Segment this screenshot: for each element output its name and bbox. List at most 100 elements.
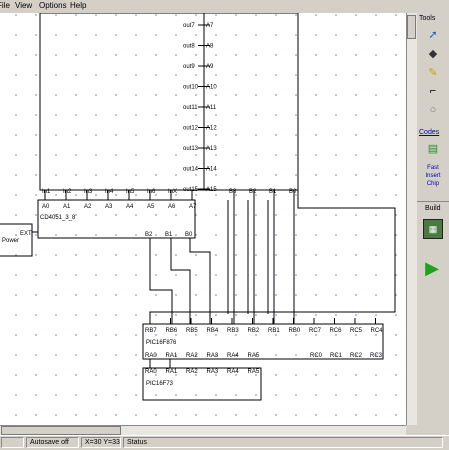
menu-bar: File View Options Help	[0, 0, 449, 13]
pic2-ra-pin-label: RA0	[145, 369, 157, 375]
top-chip-out-pin-label: out13	[183, 146, 199, 152]
top-chip-a-pin-label: A15	[206, 187, 217, 193]
coordinates-readout: X=30 Y=33	[81, 437, 121, 448]
pic-ra-pin-label: RC1	[330, 353, 343, 359]
menu-view[interactable]: View	[15, 1, 32, 10]
top-chip-out-pin-label: out14	[183, 167, 199, 173]
toolbox-divider	[417, 201, 449, 202]
top-chip-b-pin-label: B0	[289, 189, 297, 195]
top-chip-out-pin-label: out8	[183, 44, 195, 50]
vertical-scroll-thumb[interactable]	[407, 15, 416, 39]
cd-b-pin-label: B1	[165, 232, 173, 238]
pic2-ra-pin-label: RA1	[166, 369, 178, 375]
cd-b-pin-label: B2	[145, 232, 153, 238]
schematic-canvas[interactable]: out7 out8 out9 out10 out11 out12 out13 out14 out…	[0, 13, 406, 425]
pic-ra-pin-label: RC2	[350, 353, 363, 359]
pic16f73-name-label: PIC16F73	[146, 381, 174, 387]
cd4051-name-label: CD4051_3_8	[40, 215, 76, 221]
cd-a-pin-label: A5	[147, 204, 155, 210]
cd-in-pin-label: In3	[84, 189, 93, 195]
pic-rb-pin-label: RB6	[166, 328, 178, 334]
fast-insert-chip-label[interactable]: Fast Insert Chip	[420, 164, 446, 188]
pic2-ra-pin-label: RA2	[186, 369, 198, 375]
vertical-scrollbar[interactable]	[406, 13, 417, 425]
top-chip-out-pin-label: out10	[183, 85, 199, 91]
build-header: Build	[425, 205, 441, 212]
pic-ra-pin-label: RA5	[248, 353, 260, 359]
top-chip-a-pin-label: A8	[206, 44, 214, 50]
toolbox-panel: Tools ➚ ◆ ✎ ⌐ ○ Codes ▤ Fast Insert Chip…	[417, 13, 449, 435]
cd-in-pin-label: In4	[105, 189, 114, 195]
top-chip-out-pin-label: out7	[183, 23, 195, 29]
cd-a-pin-label: A2	[84, 204, 92, 210]
wires	[32, 190, 396, 368]
top-chip-a-pin-label: A9	[206, 64, 214, 70]
cd-b-pin-label: B0	[185, 232, 193, 238]
cd-a-pin-label: A4	[126, 204, 134, 210]
pic-rb-pin-label: RC7	[309, 328, 322, 334]
cd-a-pin-label: A6	[168, 204, 176, 210]
power-label: Power	[2, 238, 19, 244]
top-chip-out-pin-label: out15	[183, 187, 199, 193]
codes-icon[interactable]: ▤	[425, 141, 441, 155]
pic16f876-chip[interactable]	[142, 323, 384, 360]
top-chip-b-pin-label: B3	[229, 189, 237, 195]
pic-ra-pin-label: RA3	[207, 353, 219, 359]
pic-rb-pin-label: RB5	[186, 328, 198, 334]
pic-rb-pin-label: RB2	[248, 328, 260, 334]
eraser-tool-icon[interactable]: ○	[425, 103, 441, 117]
pic-ra-pin-label: RA2	[186, 353, 198, 359]
pic-rb-pin-label: RB4	[207, 328, 219, 334]
codes-header: Codes	[419, 129, 440, 136]
menu-options[interactable]: Options	[39, 1, 67, 10]
top-chip-out-pin-label: out9	[183, 64, 195, 70]
top-chip-b-pin-label: B2	[249, 189, 257, 195]
pic-ra-pin-label: RA1	[166, 353, 178, 359]
cd-in-pin-label: In6	[147, 189, 156, 195]
component-tool-icon[interactable]: ◆	[425, 46, 441, 60]
top-chip-a-pin-label: A11	[206, 105, 217, 111]
pic-rb-pin-label: RC5	[350, 328, 363, 334]
wire-tool-icon[interactable]: ⌐	[425, 84, 441, 98]
status-blank-cell	[1, 437, 24, 448]
pic-ra-pin-label: RC3	[370, 353, 383, 359]
status-text: Status	[123, 437, 443, 448]
top-chip-a-pin-label: A14	[206, 167, 217, 173]
pic16f876-name-label: PIC16F876	[146, 340, 177, 346]
pencil-tool-icon[interactable]: ✎	[425, 65, 441, 79]
pic-rb-pin-label: RC6	[330, 328, 343, 334]
top-chip-a-pin-label: A7	[206, 23, 214, 29]
pointer-tool-icon[interactable]: ➚	[425, 27, 441, 41]
pic-rb-pin-label: RB7	[145, 328, 157, 334]
schematic-drawing: out7 out8 out9 out10 out11 out12 out13 out14 out…	[0, 13, 396, 401]
menu-help[interactable]: Help	[70, 1, 86, 10]
top-chip-a-pin-label: A10	[206, 85, 217, 91]
top-chip-body[interactable]	[39, 13, 299, 191]
pic-rb-pin-label: RB3	[227, 328, 239, 334]
pic2-ra-pin-label: RA3	[207, 369, 219, 375]
build-chip-icon[interactable]: ▦	[423, 219, 443, 239]
cd-in-pin-label: In2	[63, 189, 72, 195]
top-chip-a-pin-label: A13	[206, 146, 217, 152]
autosave-status: Autosave off	[26, 437, 79, 448]
pic-ra-pin-label: RA0	[145, 353, 157, 359]
pic-ra-pin-label: RA4	[227, 353, 239, 359]
pic-rb-pin-label: RC4	[371, 328, 384, 334]
run-play-icon[interactable]: ▶	[423, 258, 441, 278]
horizontal-scroll-thumb[interactable]	[1, 426, 121, 435]
top-chip-out-pin-label: out11	[183, 105, 198, 111]
cd-a-pin-label: A3	[105, 204, 113, 210]
cd-in-pin-label: In1	[42, 189, 51, 195]
tools-header: Tools	[419, 15, 436, 22]
menu-file[interactable]: File	[0, 1, 10, 10]
pic2-ra-pin-label: RA5	[248, 369, 260, 375]
pic-ra-pin-label: RC0	[310, 353, 323, 359]
top-chip-b-pin-label: B1	[269, 189, 277, 195]
cd-in-pin-label: In5	[126, 189, 135, 195]
top-chip-out-pin-label: out12	[183, 126, 199, 132]
pic-rb-pin-label: RB0	[289, 328, 301, 334]
cd-a-pin-label: A7	[189, 204, 197, 210]
cd-a-pin-label: A0	[42, 204, 50, 210]
pic2-ra-pin-label: RA4	[227, 369, 239, 375]
power-pin-label: EXT	[20, 231, 32, 237]
